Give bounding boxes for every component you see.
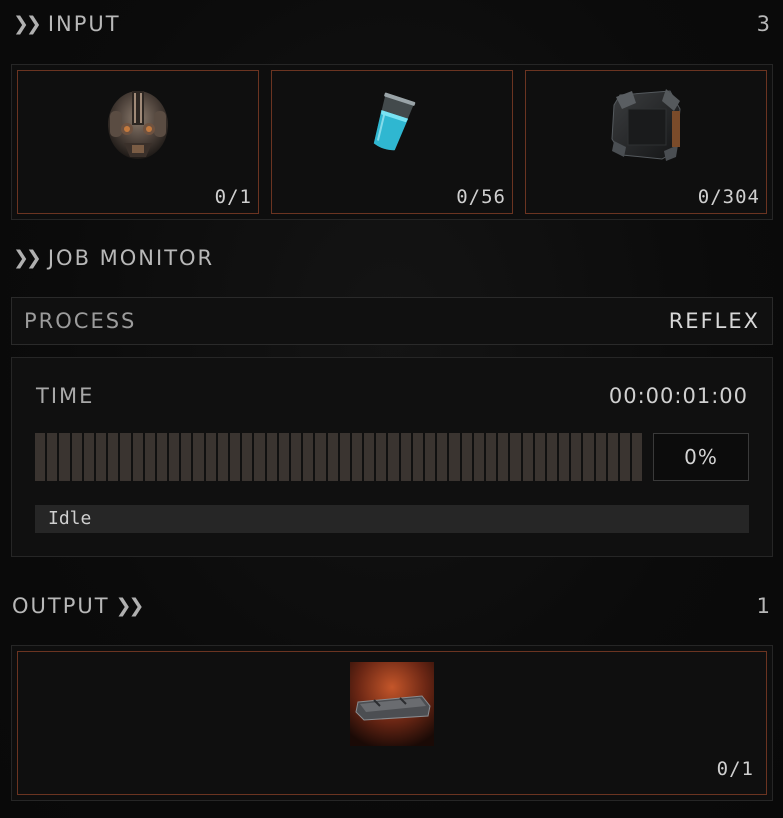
progress-segment xyxy=(71,433,82,481)
progress-segment xyxy=(47,433,58,481)
process-value: REFLEX xyxy=(668,309,760,333)
mechanical-helmet-icon xyxy=(96,81,180,169)
input-count: 3 xyxy=(756,12,771,36)
progress-segment xyxy=(169,433,180,481)
dark-armor-plate-icon xyxy=(604,81,688,169)
job-monitor-title: JOB MONITOR xyxy=(47,246,215,270)
input-slot-2[interactable]: 0/56 xyxy=(271,70,513,214)
progress-bar xyxy=(35,433,643,481)
slot-quantity: 0/1 xyxy=(716,758,754,780)
job-monitor-header: ❯❯ JOB MONITOR xyxy=(13,246,214,270)
double-chevron-right-icon: ❯❯ xyxy=(13,13,42,35)
double-chevron-right-icon: ❯❯ xyxy=(115,595,145,617)
process-row: PROCESS REFLEX xyxy=(11,297,773,345)
progress-segment xyxy=(376,433,387,481)
progress-segment xyxy=(59,433,70,481)
status-bar: Idle xyxy=(35,505,749,533)
input-header: ❯❯ INPUT xyxy=(13,12,121,36)
output-slot-1[interactable]: 0/1 xyxy=(17,651,767,795)
input-slot-1[interactable]: 0/1 xyxy=(17,70,259,214)
slot-quantity: 0/56 xyxy=(456,186,506,208)
progress-segment xyxy=(327,433,338,481)
progress-segment xyxy=(108,433,119,481)
progress-segment xyxy=(461,433,472,481)
progress-segment xyxy=(400,433,411,481)
progress-segment xyxy=(364,433,375,481)
progress-segment xyxy=(339,433,350,481)
progress-segment xyxy=(571,433,582,481)
progress-segment xyxy=(351,433,363,481)
progress-segment xyxy=(583,433,594,481)
crafting-panel: ❯❯ INPUT 3 0/1 0/56 0/304 ❯❯ JOB MONITOR… xyxy=(0,0,783,818)
progress-segment xyxy=(205,433,216,481)
progress-segment xyxy=(546,433,558,481)
progress-segment xyxy=(303,433,314,481)
progress-segment xyxy=(181,433,192,481)
output-header: OUTPUT ❯❯ xyxy=(12,594,145,618)
progress-segment xyxy=(595,433,606,481)
progress-segment xyxy=(559,433,570,481)
status-text: Idle xyxy=(48,508,92,529)
progress-segment xyxy=(449,433,460,481)
process-label: PROCESS xyxy=(24,309,137,333)
progress-segment xyxy=(632,433,643,481)
progress-segment xyxy=(412,433,423,481)
progress-segment xyxy=(156,433,168,481)
time-label: TIME xyxy=(36,384,95,408)
progress-segment xyxy=(83,433,94,481)
progress-segment xyxy=(290,433,302,481)
output-count: 1 xyxy=(756,594,771,618)
progress-segment xyxy=(193,433,204,481)
progress-segment xyxy=(266,433,277,481)
input-title: INPUT xyxy=(47,12,121,36)
progress-segment xyxy=(132,433,143,481)
progress-segment xyxy=(534,433,545,481)
progress-segment xyxy=(388,433,399,481)
double-chevron-right-icon: ❯❯ xyxy=(13,247,42,269)
progress-segment xyxy=(473,433,484,481)
slot-quantity: 0/1 xyxy=(214,186,252,208)
progress-segment xyxy=(485,433,497,481)
progress-segment xyxy=(315,433,326,481)
blue-liquid-beaker-icon xyxy=(357,88,427,162)
progress-segment xyxy=(620,433,631,481)
time-panel: TIME 00:00:01:00 0% Idle xyxy=(11,357,773,557)
progress-percent: 0% xyxy=(653,433,749,481)
progress-segment xyxy=(242,433,253,481)
progress-segment xyxy=(510,433,521,481)
progress-segment xyxy=(230,433,241,481)
progress-segment xyxy=(607,433,618,481)
progress-segment xyxy=(144,433,155,481)
input-slot-3[interactable]: 0/304 xyxy=(525,70,767,214)
progress-segment xyxy=(254,433,265,481)
slot-quantity: 0/304 xyxy=(697,186,760,208)
progress-segment xyxy=(35,433,46,481)
time-value: 00:00:01:00 xyxy=(608,384,748,408)
progress-segment xyxy=(522,433,533,481)
progress-segment xyxy=(498,433,509,481)
output-title: OUTPUT xyxy=(12,594,110,618)
progress-segment xyxy=(437,433,448,481)
metal-plate-blueprint-icon xyxy=(350,662,434,750)
progress-segment xyxy=(95,433,107,481)
progress-segment xyxy=(217,433,228,481)
progress-segment xyxy=(120,433,131,481)
progress-segment xyxy=(278,433,289,481)
progress-segment xyxy=(425,433,436,481)
